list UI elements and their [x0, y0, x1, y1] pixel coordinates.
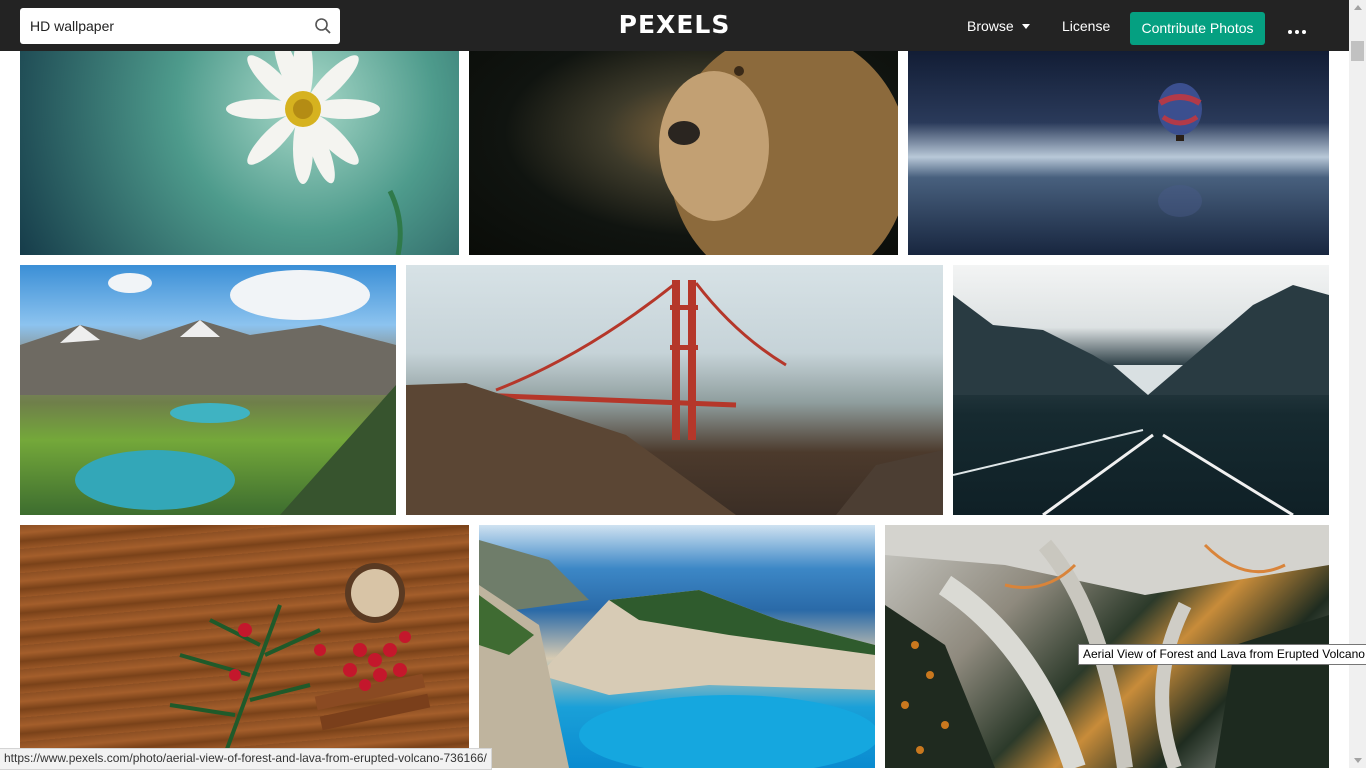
contribute-photos-button[interactable]: Contribute Photos: [1130, 12, 1265, 45]
scroll-down-arrow-icon[interactable]: [1354, 758, 1362, 763]
scroll-up-arrow-icon[interactable]: [1354, 5, 1362, 10]
caret-down-icon: [1021, 23, 1030, 29]
status-bar-url: https://www.pexels.com/photo/aerial-view…: [0, 748, 492, 770]
photo-daisy[interactable]: [20, 51, 459, 255]
photo-alpine-lake[interactable]: [20, 265, 396, 515]
scroll-thumb[interactable]: [1351, 41, 1364, 61]
browse-menu[interactable]: Browse: [967, 18, 1030, 34]
photo-golden-gate-bridge[interactable]: [406, 265, 943, 515]
search-box[interactable]: [20, 8, 340, 44]
photo-mountain-road[interactable]: [953, 265, 1329, 515]
browse-label: Browse: [967, 18, 1014, 34]
photo-lion[interactable]: [469, 51, 898, 255]
photo-navagio-beach[interactable]: [479, 525, 875, 768]
license-link[interactable]: License: [1062, 18, 1110, 34]
more-options-icon[interactable]: [1288, 21, 1312, 34]
photo-tooltip: Aerial View of Forest and Lava from Erup…: [1078, 644, 1366, 665]
photo-christmas-decoration[interactable]: [20, 525, 469, 768]
search-icon[interactable]: [314, 17, 332, 35]
top-navigation-bar: PEXELS Browse License Contribute Photos: [0, 0, 1349, 51]
photo-hot-air-balloon[interactable]: [908, 51, 1329, 255]
search-input[interactable]: [20, 8, 310, 44]
